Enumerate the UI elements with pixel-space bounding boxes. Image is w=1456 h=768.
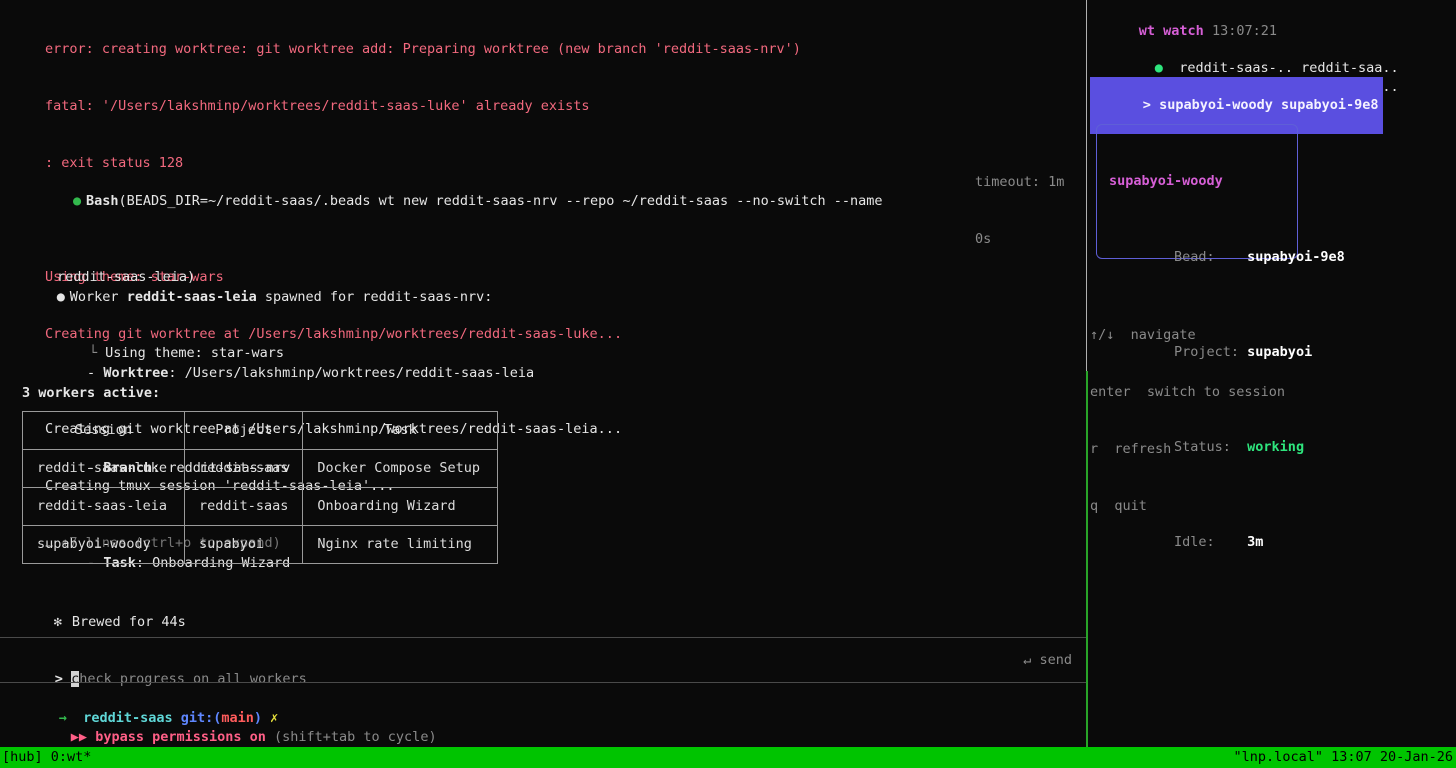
selected-session-bead: supabyoi-9e8 [1281,97,1379,113]
workers-table: Session Project Task reddit-saas-luke re… [22,411,499,564]
error-line: error: creating worktree: git worktree a… [45,41,801,57]
brewed-status: ✻ Brewed for 44s [5,594,186,651]
watch-time: 13:07:21 [1211,23,1277,39]
help-row: enter switch to session [1090,384,1286,400]
help-hints: ↑/↓ navigate enter switch to session r refr… [1090,288,1285,554]
input-bottom-rule [0,682,1086,683]
left-pane: error: creating worktree: git worktree a… [0,0,1086,747]
tmux-session-window[interactable]: [hub] 0:wt* [2,748,91,767]
bash-command-line1: (BEADS_DIR=~/reddit-saas/.beads wt new r… [118,193,883,209]
selection-marker-icon: > [1142,97,1151,113]
worker-bullet-icon: ● [56,289,65,305]
input-cursor: c [71,671,80,687]
pane-divider-bottom[interactable] [1086,371,1088,747]
timeout-info: timeout: 1m 0s [975,174,1065,247]
input-text[interactable]: heck progress on all workers [79,671,307,687]
mode-marker-icon: ▶▶ [70,729,88,745]
session-detail-card: supabyoi-woody Bead: supabyoi-9e8 Project… [1096,124,1345,550]
mode-text: bypass permissions on [95,729,266,745]
tool-bullet-icon: ● [73,193,82,209]
col-header-session: Session [22,411,185,450]
error-line: fatal: '/Users/lakshminp/worktrees/reddi… [45,98,590,114]
tool-name: Bash [86,193,119,209]
help-row: ↑/↓ navigate [1090,327,1196,343]
send-hint: ↵ send [1023,652,1072,668]
help-row: r refresh [1090,441,1172,457]
table-row: reddit-saas-luke reddit-saas Docker Comp… [22,449,499,488]
selected-session-name: supabyoi-woody [1159,97,1273,113]
help-row: q quit [1090,498,1147,514]
pane-divider-top[interactable] [1086,0,1087,371]
watch-pane: wt watch 13:07:21 ● reddit-saas-.. reddi… [1090,0,1456,747]
table-header-row: Session Project Task [22,411,499,450]
worker-name: reddit-saas-leia [126,289,257,305]
tmux-status-bar: [hub] 0:wt* "lnp.local" 13:07 20-Jan-26 [0,747,1456,768]
spinner-star-icon: ✻ [53,614,62,630]
col-header-task: Task [302,411,499,450]
terminal-screen: error: creating worktree: git worktree a… [0,0,1456,768]
workers-active-heading: 3 workers active: [22,385,161,401]
tmux-host-clock: "lnp.local" 13:07 20-Jan-26 [1233,749,1453,765]
mode-hint: (shift+tab to cycle) [274,729,437,745]
input-top-rule [0,637,1086,638]
detail-title: supabyoi-woody [1109,173,1223,189]
table-row: reddit-saas-leia reddit-saas Onboarding … [22,487,499,526]
col-header-project: Project [183,411,304,450]
table-row: supabyoi-woody supabyoi Nginx rate limit… [22,525,499,564]
detail-field-row: Bead: supabyoi-9e8 [1174,249,1345,265]
watch-title: wt watch [1138,23,1204,39]
brewed-text: Brewed for 44s [71,614,186,630]
input-prompt-icon: > [54,671,63,687]
